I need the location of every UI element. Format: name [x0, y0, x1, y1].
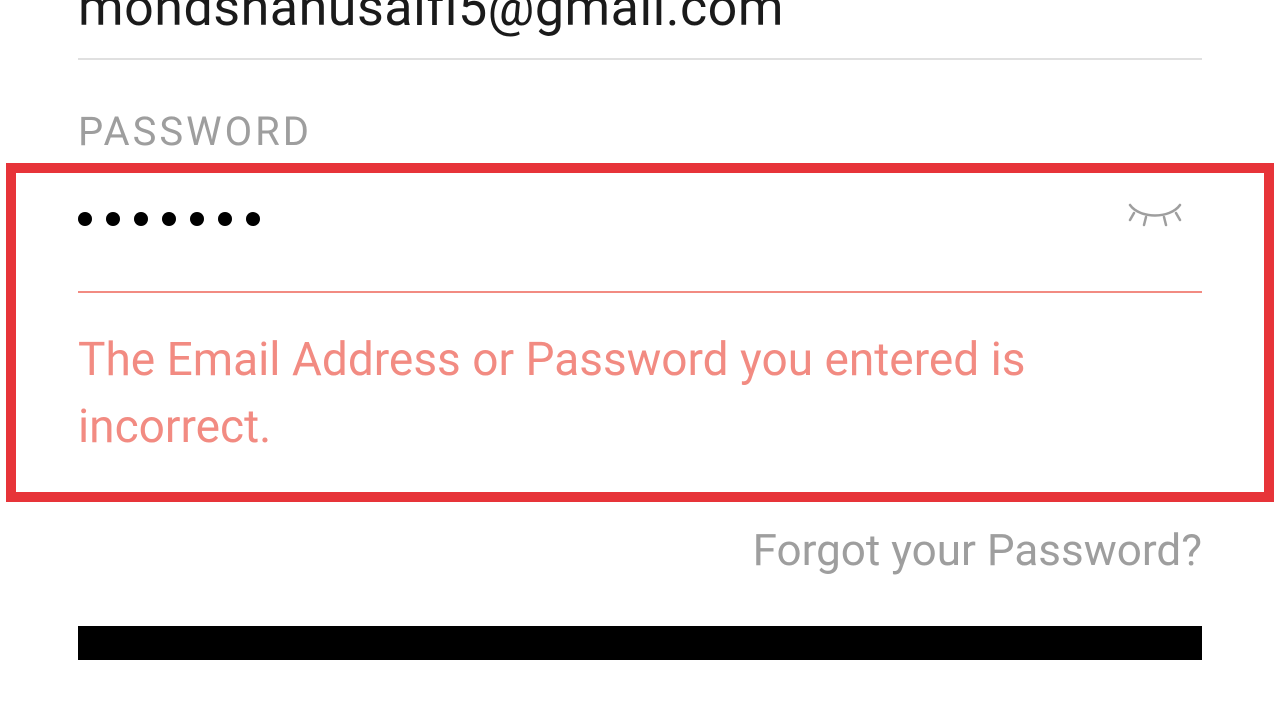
forgot-password-link[interactable]: Forgot your Password? — [0, 524, 1202, 576]
password-input[interactable] — [78, 212, 260, 226]
password-dot — [246, 212, 260, 226]
password-dot — [190, 212, 204, 226]
error-message: The Email Address or Password you entere… — [78, 327, 1202, 460]
password-label: PASSWORD — [78, 108, 1202, 155]
submit-button[interactable] — [78, 626, 1202, 660]
password-dot — [162, 212, 176, 226]
eye-closed-icon[interactable] — [1126, 201, 1184, 237]
email-underline — [78, 58, 1202, 60]
error-highlight-box: The Email Address or Password you entere… — [6, 163, 1274, 502]
email-field-value: mondshanusaifi5@gmail.com — [0, 0, 1280, 34]
password-dot — [218, 212, 232, 226]
password-dot — [134, 212, 148, 226]
password-dot — [106, 212, 120, 226]
password-underline — [78, 291, 1202, 293]
password-dot — [78, 212, 92, 226]
